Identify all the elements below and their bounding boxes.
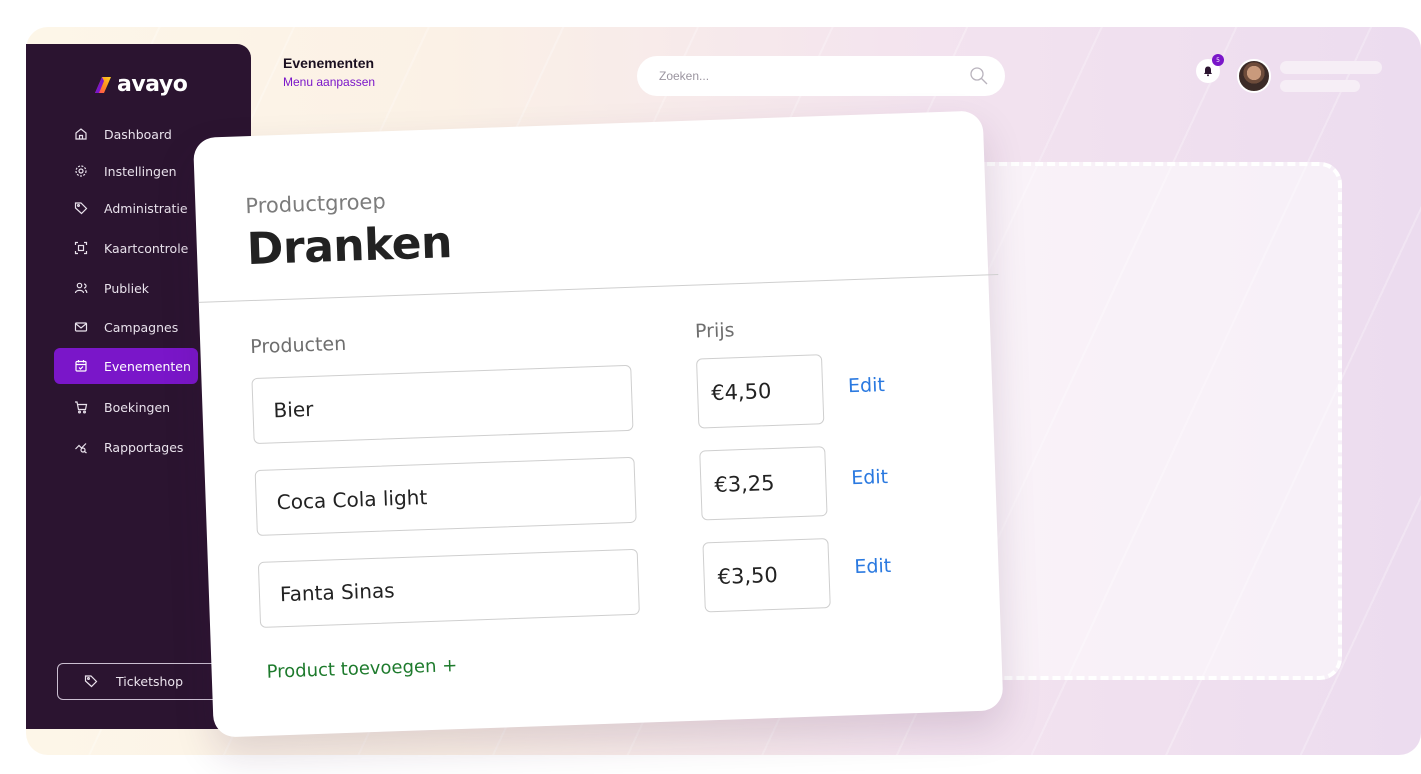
sidebar-item-label: Administratie	[104, 200, 188, 216]
sidebar-item-boekingen[interactable]: Boekingen	[54, 389, 190, 425]
card-divider	[198, 273, 999, 303]
product-name-field[interactable]: Coca Cola light	[254, 456, 637, 537]
sidebar-item-dashboard[interactable]: Dashboard	[54, 116, 190, 152]
sidebar-item-campagnes[interactable]: Campagnes	[54, 309, 190, 345]
price-field[interactable]: €4,50	[696, 354, 825, 429]
page-header: Evenementen Menu aanpassen	[283, 55, 375, 89]
gear-icon	[73, 163, 89, 179]
customize-menu-link[interactable]: Menu aanpassen	[283, 75, 375, 89]
product-name-field[interactable]: Bier	[251, 364, 634, 445]
sidebar-item-instellingen[interactable]: Instellingen	[54, 153, 190, 189]
price-column-header: Prijs	[694, 319, 735, 343]
product-group-card: Productgroep Dranken Producten Prijs Bie…	[193, 110, 1004, 738]
notification-count-badge: 5	[1212, 54, 1224, 66]
scan-icon	[73, 240, 89, 256]
sidebar-item-label: Campagnes	[104, 319, 179, 335]
brand-logo[interactable]: avayo	[93, 72, 188, 97]
add-product-button[interactable]: Product toevoegen +	[266, 655, 457, 683]
search-bar	[637, 56, 1005, 96]
notifications-button[interactable]: 5	[1196, 54, 1224, 83]
ticketshop-button[interactable]: Ticketshop	[57, 663, 219, 700]
search-input[interactable]	[657, 68, 951, 84]
page-title: Evenementen	[283, 55, 375, 71]
sidebar-item-administratie[interactable]: Administratie	[54, 190, 190, 226]
chart-icon	[73, 439, 89, 455]
tag-icon	[84, 674, 100, 690]
price-field[interactable]: €3,50	[702, 538, 831, 613]
user-role-placeholder	[1280, 80, 1360, 92]
edit-link[interactable]: Edit	[851, 466, 889, 489]
sidebar-item-rapportages[interactable]: Rapportages	[54, 429, 190, 465]
sidebar-item-label: Evenementen	[104, 358, 191, 374]
sidebar-item-kaartcontrole[interactable]: Kaartcontrole	[54, 230, 190, 266]
sidebar-item-evenementen[interactable]: Evenementen	[54, 348, 198, 384]
sidebar-item-label: Instellingen	[104, 163, 177, 179]
calendar-icon	[73, 358, 89, 374]
bell-icon	[1204, 66, 1212, 77]
sidebar-item-label: Kaartcontrole	[104, 240, 189, 256]
sidebar-item-label: Dashboard	[104, 126, 172, 142]
product-name-field[interactable]: Fanta Sinas	[257, 548, 640, 628]
search-icon[interactable]	[969, 66, 989, 90]
sidebar-item-publiek[interactable]: Publiek	[54, 270, 190, 306]
mail-icon	[73, 319, 89, 335]
ticketshop-label: Ticketshop	[116, 674, 183, 689]
sidebar-item-label: Boekingen	[104, 399, 171, 415]
price-field[interactable]: €3,25	[699, 446, 828, 521]
home-icon	[73, 126, 89, 142]
sidebar-item-label: Rapportages	[104, 439, 184, 455]
user-name-placeholder	[1280, 61, 1382, 74]
edit-link[interactable]: Edit	[848, 374, 886, 397]
tag-icon	[73, 200, 89, 216]
cart-icon	[73, 399, 89, 415]
products-column-header: Producten	[249, 332, 347, 359]
avayo-logo-icon	[95, 76, 111, 93]
brand-name: avayo	[117, 72, 188, 97]
card-label: Productgroep	[244, 189, 387, 219]
edit-link[interactable]: Edit	[854, 555, 892, 578]
users-icon	[73, 280, 89, 296]
sidebar-item-label: Publiek	[104, 280, 150, 296]
user-avatar[interactable]	[1237, 59, 1271, 93]
card-title: Dranken	[246, 217, 453, 276]
